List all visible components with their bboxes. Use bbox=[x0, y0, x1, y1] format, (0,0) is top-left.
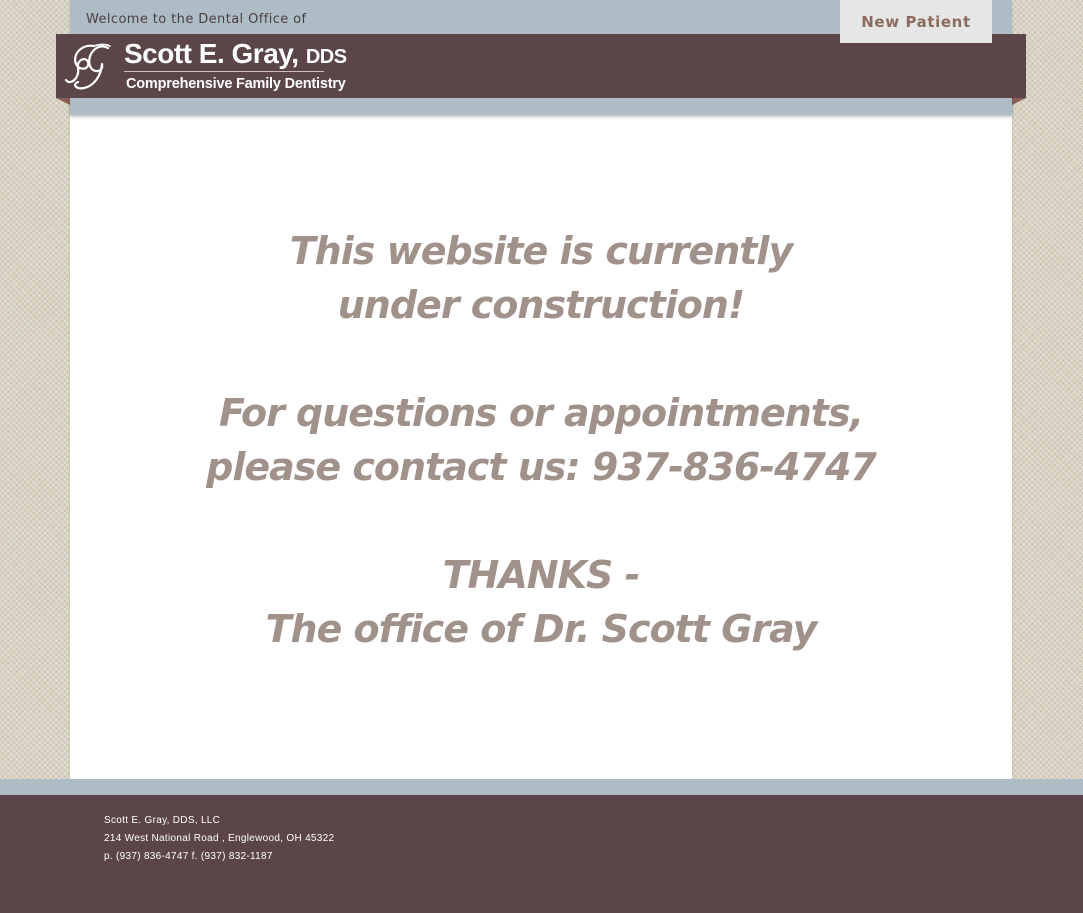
footer-strip bbox=[0, 779, 1083, 795]
message-spacer bbox=[70, 494, 1012, 548]
band-fold-right bbox=[1012, 98, 1026, 105]
sg-monogram-icon[interactable] bbox=[64, 40, 114, 92]
message-line-2: under construction! bbox=[337, 283, 746, 327]
message-line-1: This website is currently bbox=[289, 229, 793, 273]
construction-message: This website is currently under construc… bbox=[70, 224, 1012, 656]
welcome-text: Welcome to the Dental Office of bbox=[86, 12, 307, 27]
brand-name-text: Scott E. Gray, bbox=[124, 38, 299, 69]
footer-company: Scott E. Gray, DDS, LLC bbox=[104, 815, 221, 826]
brand-suffix: DDS bbox=[305, 46, 347, 68]
message-line-5: THANKS - bbox=[442, 553, 641, 597]
under-band bbox=[70, 98, 1012, 115]
brand-name[interactable]: Scott E. Gray, DDS bbox=[124, 38, 347, 70]
message-line-4: please contact us: 937-836-4747 bbox=[206, 445, 877, 489]
footer-phones: p. (937) 836-4747 f. (937) 832-1187 bbox=[104, 851, 273, 862]
footer: Scott E. Gray, DDS, LLC 214 West Nationa… bbox=[0, 795, 1083, 913]
band-fold-left bbox=[56, 98, 70, 105]
brand-tagline: Comprehensive Family Dentistry bbox=[126, 76, 346, 92]
message-line-3: For questions or appointments, bbox=[218, 391, 864, 435]
message-spacer bbox=[70, 332, 1012, 386]
new-patient-button[interactable]: New Patient bbox=[840, 0, 992, 43]
message-line-6: The office of Dr. Scott Gray bbox=[265, 607, 818, 651]
brand-divider bbox=[124, 71, 324, 72]
footer-address: 214 West National Road , Englewood, OH 4… bbox=[104, 833, 335, 844]
